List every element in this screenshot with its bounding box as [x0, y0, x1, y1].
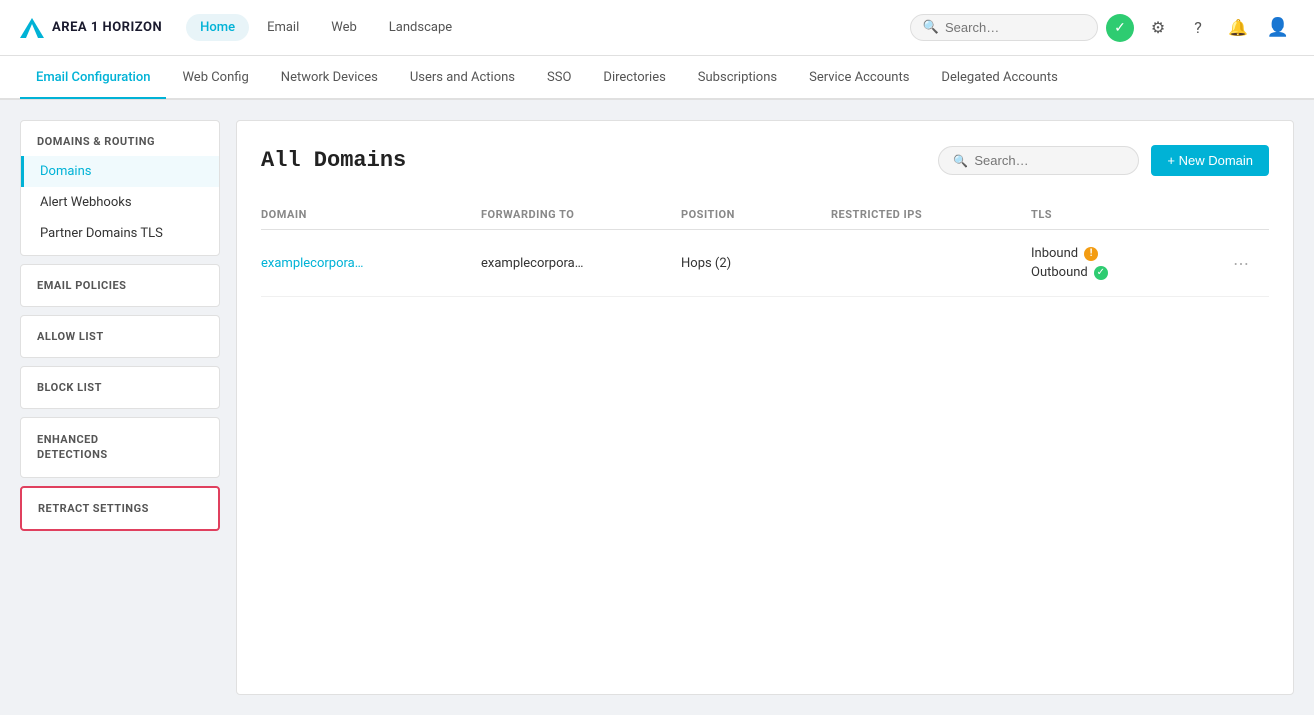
sidebar-item-partner-domains-tls[interactable]: Partner Domains TLS: [21, 218, 219, 255]
header-actions: [1229, 208, 1269, 221]
top-nav-home[interactable]: Home: [186, 14, 249, 41]
security-status-icon: ✓: [1106, 14, 1134, 42]
sidebar-item-retract-settings[interactable]: RETRACT SETTINGS: [20, 486, 220, 531]
header-position: POSITION: [681, 208, 831, 221]
top-nav-web[interactable]: Web: [317, 14, 371, 41]
tab-users-and-actions[interactable]: Users and Actions: [394, 58, 531, 99]
header-tls: TLS: [1031, 208, 1229, 221]
tls-outbound-label: Outbound: [1031, 265, 1088, 280]
sidebar-section-title-domains: DOMAINS & ROUTING: [21, 121, 219, 156]
content-actions: 🔍 + New Domain: [938, 145, 1269, 176]
logo-icon: [20, 18, 44, 38]
cell-domain[interactable]: examplecorpora…: [261, 256, 481, 271]
sidebar-item-enhanced-detections[interactable]: ENHANCEDDETECTIONS: [20, 417, 220, 478]
header-forwarding-to: FORWARDING TO: [481, 208, 681, 221]
main-layout: DOMAINS & ROUTING Domains Alert Webhooks…: [0, 100, 1314, 715]
user-avatar[interactable]: 👤: [1262, 12, 1294, 44]
tab-sso[interactable]: SSO: [531, 58, 587, 99]
domain-search-box[interactable]: 🔍: [938, 146, 1139, 175]
tab-web-config[interactable]: Web Config: [166, 58, 264, 99]
tls-inbound-label: Inbound: [1031, 246, 1078, 261]
sidebar-section-domains-routing: DOMAINS & ROUTING Domains Alert Webhooks…: [20, 120, 220, 256]
tab-email-configuration[interactable]: Email Configuration: [20, 58, 166, 99]
sidebar-item-domains[interactable]: Domains: [21, 156, 219, 187]
settings-icon[interactable]: ⚙: [1142, 12, 1174, 44]
row-more-options-button[interactable]: ⋯: [1229, 250, 1269, 277]
sidebar: DOMAINS & ROUTING Domains Alert Webhooks…: [20, 120, 220, 695]
top-bar: AREA 1 HORIZON Home Email Web Landscape …: [0, 0, 1314, 56]
header-domain: DOMAIN: [261, 208, 481, 221]
tls-inbound-row: Inbound !: [1031, 246, 1229, 261]
domain-search-icon: 🔍: [953, 154, 968, 168]
tab-delegated-accounts[interactable]: Delegated Accounts: [925, 58, 1073, 99]
logo: AREA 1 HORIZON: [20, 18, 162, 38]
header-restricted-ips: RESTRICTED IPS: [831, 208, 1031, 221]
sidebar-item-alert-webhooks[interactable]: Alert Webhooks: [21, 187, 219, 218]
logo-text: AREA 1 HORIZON: [52, 20, 162, 35]
top-nav-landscape[interactable]: Landscape: [375, 14, 466, 41]
global-search-input[interactable]: [945, 20, 1085, 35]
table-headers: DOMAIN FORWARDING TO POSITION RESTRICTED…: [261, 200, 1269, 230]
cell-position: Hops (2): [681, 256, 831, 271]
cell-forwarding-to: examplecorpora…: [481, 256, 681, 271]
table-row: examplecorpora… examplecorpora… Hops (2)…: [261, 230, 1269, 297]
tab-subscriptions[interactable]: Subscriptions: [682, 58, 793, 99]
global-search-box[interactable]: 🔍: [910, 14, 1098, 41]
top-right-actions: 🔍 ✓ ⚙ ? 🔔 👤: [910, 12, 1294, 44]
content-area: All Domains 🔍 + New Domain DOMAIN FORWAR…: [236, 120, 1294, 695]
tls-outbound-row: Outbound ✓: [1031, 265, 1229, 280]
page-title: All Domains: [261, 148, 406, 173]
help-icon[interactable]: ?: [1182, 12, 1214, 44]
search-icon: 🔍: [923, 20, 939, 35]
sidebar-item-allow-list[interactable]: ALLOW LIST: [20, 315, 220, 358]
domain-search-input[interactable]: [974, 153, 1124, 168]
sidebar-item-block-list[interactable]: BLOCK LIST: [20, 366, 220, 409]
top-nav: Home Email Web Landscape: [186, 14, 910, 41]
cell-tls: Inbound ! Outbound ✓: [1031, 246, 1229, 280]
top-nav-email[interactable]: Email: [253, 14, 313, 41]
tls-outbound-status-icon: ✓: [1094, 266, 1108, 280]
tab-network-devices[interactable]: Network Devices: [265, 58, 394, 99]
new-domain-button[interactable]: + New Domain: [1151, 145, 1269, 176]
notifications-icon[interactable]: 🔔: [1222, 12, 1254, 44]
tab-service-accounts[interactable]: Service Accounts: [793, 58, 925, 99]
tls-inbound-status-icon: !: [1084, 247, 1098, 261]
tab-directories[interactable]: Directories: [587, 58, 681, 99]
second-nav: Email Configuration Web Config Network D…: [0, 56, 1314, 100]
sidebar-item-email-policies[interactable]: EMAIL POLICIES: [20, 264, 220, 307]
content-header: All Domains 🔍 + New Domain: [261, 145, 1269, 176]
